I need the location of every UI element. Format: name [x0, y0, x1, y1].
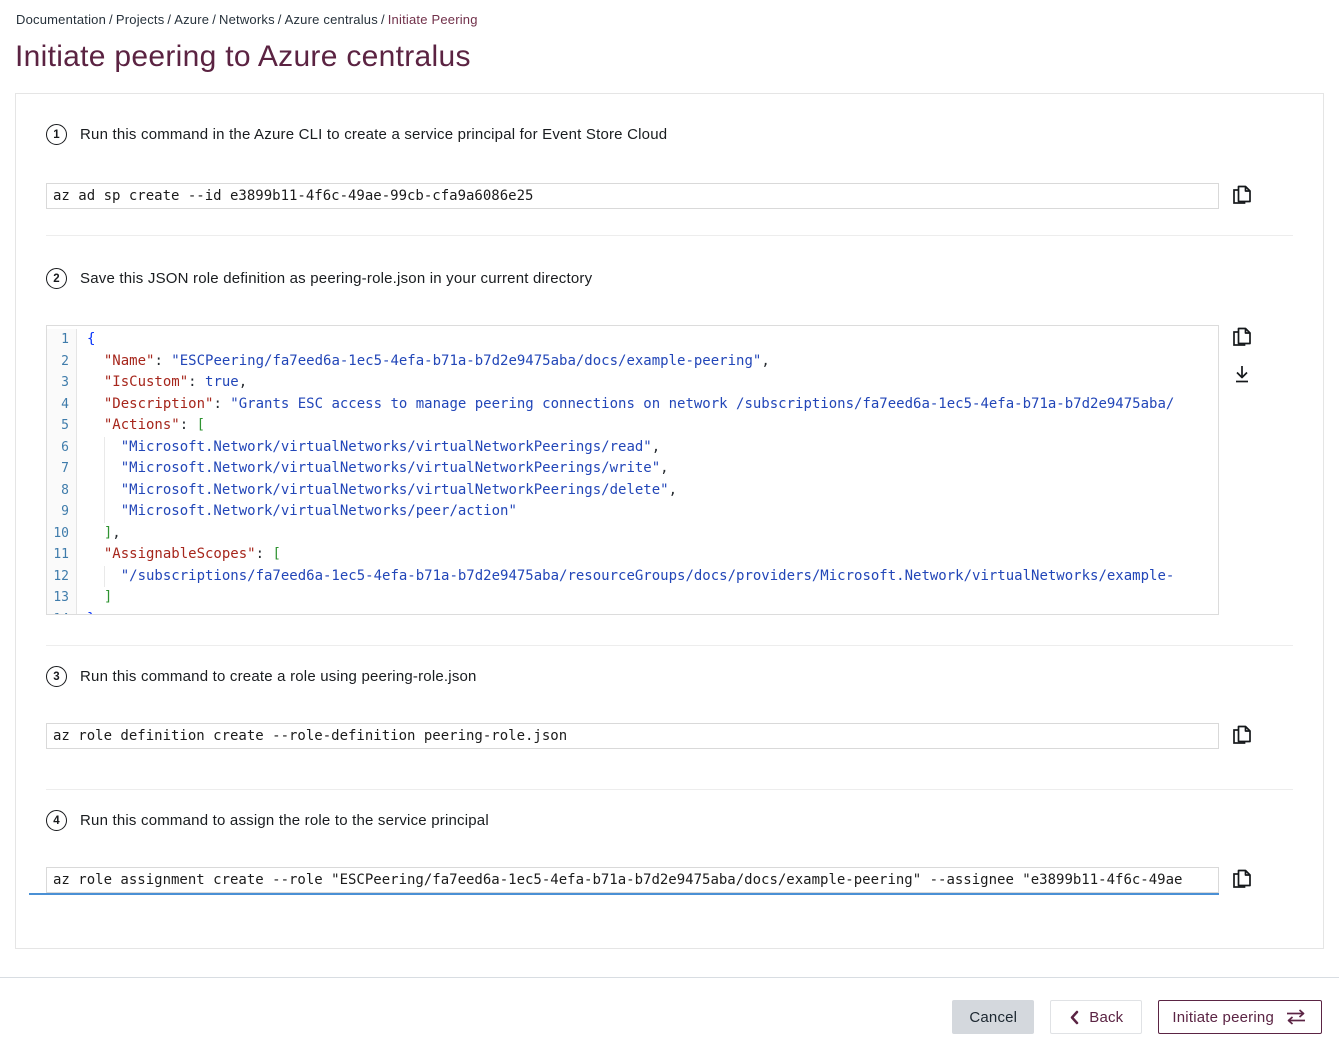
step-1-section: 1 Run this command in the Azure CLI to c… — [46, 94, 1293, 236]
editor-line: 3 "IsCustom": true, — [47, 372, 1218, 394]
step-3-command-box[interactable]: az role definition create --role-definit… — [46, 723, 1219, 749]
breadcrumb-item[interactable]: Azure centralus — [285, 12, 378, 27]
step-1-label: Run this command in the Azure CLI to cre… — [80, 126, 667, 143]
step-2-label: Save this JSON role definition as peerin… — [80, 270, 592, 287]
editor-line: 11 "AssignableScopes": [ — [47, 544, 1218, 566]
cancel-button[interactable]: Cancel — [952, 1000, 1034, 1034]
editor-line: 12 "/subscriptions/fa7eed6a-1ec5-4efa-b7… — [47, 566, 1218, 588]
editor-line: 10 ], — [47, 523, 1218, 545]
step-1-command-box[interactable]: az ad sp create --id e3899b11-4f6c-49ae-… — [46, 183, 1219, 209]
download-icon[interactable] — [1231, 362, 1253, 386]
line-number: 5 — [47, 415, 77, 437]
step-3-label: Run this command to create a role using … — [80, 668, 477, 685]
json-editor-lines: 1{2 "Name": "ESCPeering/fa7eed6a-1ec5-4e… — [47, 329, 1218, 615]
line-number: 2 — [47, 351, 77, 373]
line-number: 12 — [47, 566, 77, 588]
line-number: 7 — [47, 458, 77, 480]
line-number: 4 — [47, 394, 77, 416]
editor-line: 2 "Name": "ESCPeering/fa7eed6a-1ec5-4efa… — [47, 351, 1218, 373]
line-number: 11 — [47, 544, 77, 566]
copy-icon[interactable] — [1231, 325, 1253, 349]
step-4-command-box[interactable]: az role assignment create --role "ESCPee… — [46, 867, 1219, 893]
line-number: 9 — [47, 501, 77, 523]
line-number: 14 — [47, 609, 77, 616]
line-number: 1 — [47, 329, 77, 351]
breadcrumb: Documentation/Projects/Azure/Networks/Az… — [0, 0, 1339, 27]
editor-line: 5 "Actions": [ — [47, 415, 1218, 437]
breadcrumb-current: Initiate Peering — [388, 12, 478, 27]
breadcrumb-separator: / — [109, 12, 113, 27]
back-button[interactable]: Back — [1050, 1000, 1142, 1034]
breadcrumb-item[interactable]: Networks — [219, 12, 275, 27]
breadcrumb-separator: / — [278, 12, 282, 27]
line-number: 3 — [47, 372, 77, 394]
step-3-section: 3 Run this command to create a role usin… — [46, 646, 1293, 790]
editor-line: 6 "Microsoft.Network/virtualNetworks/vir… — [47, 437, 1218, 459]
line-number: 8 — [47, 480, 77, 502]
editor-line: 9 "Microsoft.Network/virtualNetworks/pee… — [47, 501, 1218, 523]
json-editor[interactable]: 1{2 "Name": "ESCPeering/fa7eed6a-1ec5-4e… — [46, 325, 1219, 615]
step-1-command-text: az ad sp create --id e3899b11-4f6c-49ae-… — [47, 184, 1218, 208]
editor-line: 13 ] — [47, 587, 1218, 609]
breadcrumb-item[interactable]: Azure — [174, 12, 209, 27]
step-1-number-badge: 1 — [46, 124, 67, 145]
chevron-left-icon — [1069, 1010, 1079, 1025]
editor-line: 4 "Description": "Grants ESC access to m… — [47, 394, 1218, 416]
line-number: 13 — [47, 587, 77, 609]
breadcrumb-separator: / — [381, 12, 385, 27]
breadcrumb-separator: / — [167, 12, 171, 27]
copy-icon[interactable] — [1231, 183, 1253, 207]
copy-icon[interactable] — [1231, 723, 1253, 747]
step-2-section: 2 Save this JSON role definition as peer… — [46, 236, 1293, 646]
step-4-section: 4 Run this command to assign the role to… — [46, 790, 1293, 893]
editor-line: 7 "Microsoft.Network/virtualNetworks/vir… — [47, 458, 1218, 480]
editor-line: 14} — [47, 609, 1218, 616]
copy-icon[interactable] — [1231, 867, 1253, 891]
initiate-peering-label: Initiate peering — [1172, 1009, 1274, 1026]
line-number: 10 — [47, 523, 77, 545]
editor-line: 8 "Microsoft.Network/virtualNetworks/vir… — [47, 480, 1218, 502]
back-button-label: Back — [1089, 1009, 1123, 1026]
swap-horizontal-icon — [1284, 1009, 1308, 1025]
footer-divider — [0, 977, 1339, 978]
breadcrumb-separator: / — [212, 12, 216, 27]
step-4-number-badge: 4 — [46, 810, 67, 831]
page-title: Initiate peering to Azure centralus — [15, 40, 1339, 74]
step-4-command-text: az role assignment create --role "ESCPee… — [47, 868, 1218, 892]
step-3-number-badge: 3 — [46, 666, 67, 687]
initiate-peering-button[interactable]: Initiate peering — [1158, 1000, 1322, 1034]
step-4-label: Run this command to assign the role to t… — [80, 812, 489, 829]
editor-line: 1{ — [47, 329, 1218, 351]
breadcrumb-item[interactable]: Documentation — [16, 12, 106, 27]
step-3-command-text: az role definition create --role-definit… — [47, 724, 1218, 748]
footer-actions: Cancel Back Initiate peering — [0, 1000, 1339, 1034]
step-2-number-badge: 2 — [46, 268, 67, 289]
line-number: 6 — [47, 437, 77, 459]
wizard-card: 1 Run this command in the Azure CLI to c… — [15, 93, 1324, 949]
breadcrumb-item[interactable]: Projects — [116, 12, 165, 27]
